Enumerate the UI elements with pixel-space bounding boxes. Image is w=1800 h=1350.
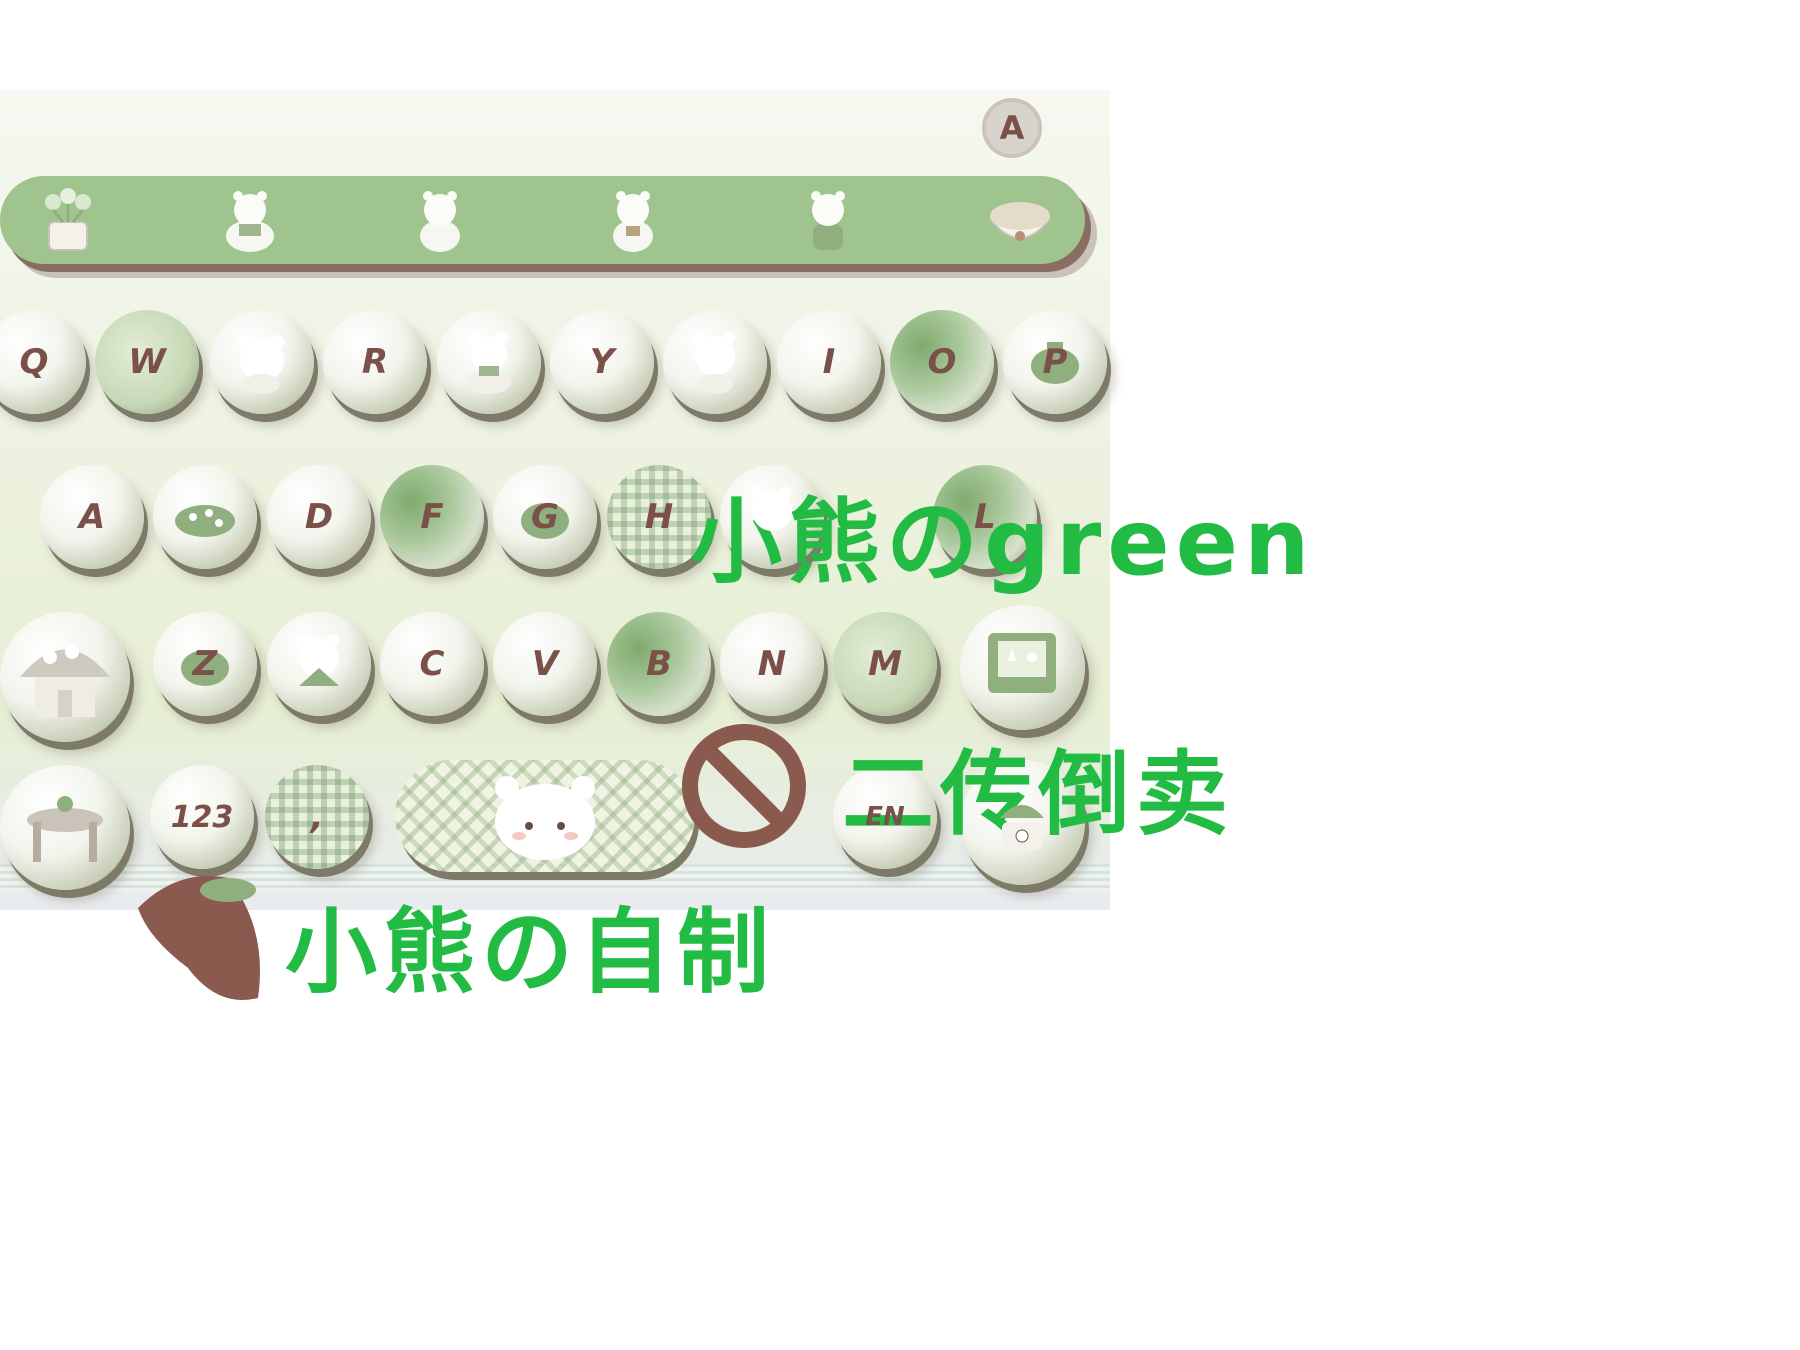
key-w[interactable]: W: [95, 310, 199, 414]
mushroom-house-key[interactable]: [0, 612, 130, 742]
key-p[interactable]: P: [1003, 310, 1107, 414]
bear-icon: [299, 634, 339, 686]
key-m[interactable]: M: [833, 612, 937, 716]
key-g[interactable]: G: [493, 465, 597, 569]
bear-sitting-icon[interactable]: [215, 186, 285, 256]
bear-icon: [239, 335, 285, 394]
key-f[interactable]: F: [380, 465, 484, 569]
bear-pot-icon: [1000, 805, 1044, 850]
bear-icon[interactable]: [405, 186, 475, 256]
key-a[interactable]: A: [40, 465, 144, 569]
key-y[interactable]: Y: [550, 310, 654, 414]
key-r[interactable]: R: [323, 310, 427, 414]
table-key[interactable]: [0, 765, 130, 890]
window-frame-icon: [988, 633, 1056, 693]
numbers-key[interactable]: 123: [150, 765, 254, 869]
key-c[interactable]: C: [380, 612, 484, 716]
keyboard-toggle-button[interactable]: A: [982, 98, 1042, 158]
basket-icon[interactable]: [985, 186, 1055, 256]
bear-face-icon: [495, 776, 595, 860]
flower-bush-icon: [175, 505, 235, 537]
bear-standing-icon[interactable]: [793, 186, 863, 256]
key-i[interactable]: I: [777, 310, 881, 414]
key-n[interactable]: N: [720, 612, 824, 716]
space-key[interactable]: [395, 760, 695, 872]
key-z[interactable]: Z: [153, 612, 257, 716]
sweet-potato-icon: [138, 876, 260, 1000]
bear-cup-icon[interactable]: [598, 186, 668, 256]
table-icon: [27, 796, 103, 862]
bear-sitting-icon: [467, 332, 511, 394]
key-t[interactable]: [437, 310, 541, 414]
promo-handmade: 小熊の自制: [285, 899, 776, 1006]
bear-icon: [695, 332, 735, 394]
key-v[interactable]: V: [493, 612, 597, 716]
key-j[interactable]: [720, 465, 824, 569]
key-d[interactable]: D: [267, 465, 371, 569]
key-o[interactable]: O: [890, 310, 994, 414]
mushroom-house-icon: [20, 645, 110, 717]
key-x[interactable]: [267, 612, 371, 716]
keyboard-toggle-label: A: [999, 109, 1025, 147]
flower-pot-icon[interactable]: [33, 186, 103, 256]
key-e[interactable]: [210, 310, 314, 414]
keyboard-toolbar: [0, 176, 1085, 264]
comma-key[interactable]: ,: [265, 765, 369, 869]
backspace-key[interactable]: [960, 605, 1085, 730]
key-s[interactable]: [153, 465, 257, 569]
key-u[interactable]: [663, 310, 767, 414]
key-b[interactable]: B: [607, 612, 711, 716]
bear-icon: [752, 487, 792, 531]
no-resale-icon: [682, 724, 806, 848]
